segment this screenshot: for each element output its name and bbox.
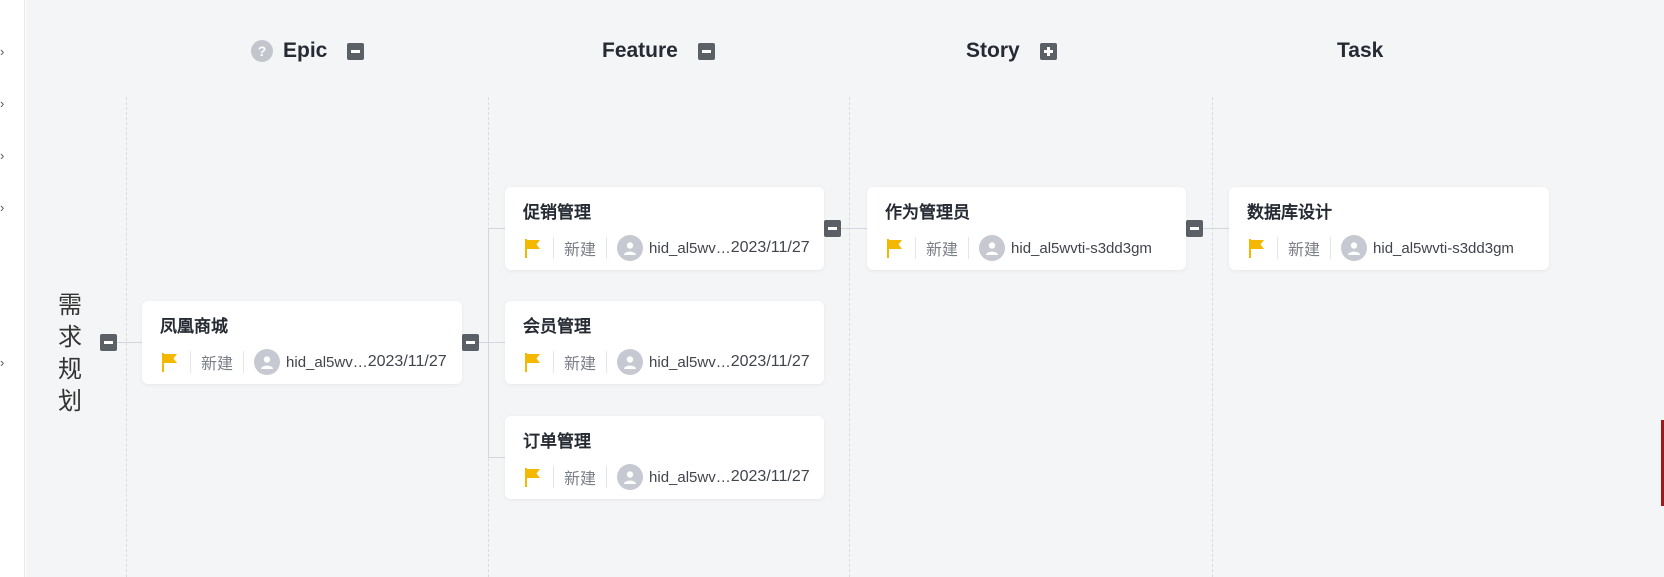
user-avatar-icon[interactable]: [617, 235, 644, 261]
column-title-task: Task: [1337, 39, 1384, 62]
meta-separator: [915, 237, 916, 259]
owner-name: hid_al5wv…: [649, 239, 731, 257]
collapse-feature-node-button[interactable]: [824, 220, 841, 237]
column-divider: [126, 97, 127, 577]
card-title: 数据库设计: [1247, 203, 1332, 222]
user-avatar-icon[interactable]: [617, 464, 644, 490]
card-meta: 新建 hid_al5wvti-s3dd3gm: [1247, 235, 1531, 261]
flag-icon[interactable]: [523, 237, 543, 259]
user-avatar-icon[interactable]: [254, 349, 281, 375]
chevron-right-icon[interactable]: ›: [0, 356, 4, 369]
user-avatar-icon[interactable]: [1341, 235, 1368, 261]
feature-card[interactable]: 会员管理 新建 hid_al5wv… 2023/11/27: [505, 301, 824, 384]
meta-separator: [606, 237, 608, 259]
card-title: 作为管理员: [885, 203, 970, 222]
connector-line: [488, 228, 505, 229]
due-date: 2023/11/27: [730, 239, 810, 256]
column-header-epic: ? Epic: [251, 36, 365, 66]
connector-line: [117, 342, 142, 343]
meta-separator: [190, 351, 191, 373]
column-title-epic: Epic: [283, 39, 328, 62]
flag-icon[interactable]: [523, 351, 543, 373]
status-label[interactable]: 新建: [1288, 236, 1320, 260]
column-divider: [1212, 97, 1213, 577]
card-meta: 新建 hid_al5wv… 2023/11/27: [523, 464, 810, 490]
owner-name: hid_al5wv…: [649, 468, 731, 486]
collapse-story-node-button[interactable]: [1186, 220, 1203, 237]
meta-separator: [1330, 237, 1332, 259]
collapse-feature-column-button[interactable]: [697, 42, 715, 60]
card-meta: 新建 hid_al5wvti-s3dd3gm: [885, 235, 1168, 261]
card-meta: 新建 hid_al5wv… 2023/11/27: [523, 349, 810, 375]
help-icon[interactable]: ?: [251, 40, 273, 62]
card-title: 会员管理: [523, 317, 591, 336]
meta-separator: [553, 351, 554, 373]
collapse-group-button[interactable]: [100, 334, 117, 351]
feature-card[interactable]: 促销管理 新建 hid_al5wv… 2023/11/27: [505, 187, 824, 270]
card-title: 订单管理: [523, 432, 591, 451]
flag-icon[interactable]: [1247, 237, 1267, 259]
expand-story-column-button[interactable]: [1039, 42, 1057, 60]
card-meta: 新建 hid_al5wv… 2023/11/27: [160, 349, 447, 375]
status-label[interactable]: 新建: [564, 236, 596, 260]
column-header-story: Story: [966, 36, 1057, 66]
collapse-epic-node-button[interactable]: [462, 334, 479, 351]
status-label[interactable]: 新建: [926, 236, 958, 260]
connector-line: [488, 228, 489, 457]
chevron-right-icon[interactable]: ›: [0, 201, 4, 214]
flag-icon[interactable]: [523, 466, 543, 488]
user-avatar-icon[interactable]: [617, 349, 644, 375]
status-label[interactable]: 新建: [564, 465, 596, 489]
owner-name: hid_al5wvti-s3dd3gm: [1373, 239, 1514, 257]
flag-icon[interactable]: [160, 351, 180, 373]
card-title: 促销管理: [523, 203, 591, 222]
card-meta: 新建 hid_al5wv… 2023/11/27: [523, 235, 810, 261]
meta-separator: [1277, 237, 1278, 259]
story-card[interactable]: 作为管理员 新建 hid_al5wvti-s3dd3gm: [867, 187, 1186, 270]
chevron-right-icon[interactable]: ›: [0, 45, 4, 58]
status-label[interactable]: 新建: [564, 350, 596, 374]
chevron-right-icon[interactable]: ›: [0, 97, 4, 110]
meta-separator: [968, 237, 970, 259]
column-header-feature: Feature: [602, 36, 715, 66]
due-date: 2023/11/27: [730, 353, 810, 370]
meta-separator: [606, 466, 608, 488]
epic-card[interactable]: 凤凰商城 新建 hid_al5wv… 2023/11/27: [142, 301, 462, 384]
meta-separator: [553, 466, 554, 488]
meta-separator: [553, 237, 554, 259]
chevron-right-icon[interactable]: ›: [0, 149, 4, 162]
group-label: 需求规划: [58, 292, 82, 415]
owner-name: hid_al5wv…: [286, 353, 368, 371]
connector-line: [488, 457, 505, 458]
column-header-task: Task: [1337, 36, 1383, 66]
flag-icon[interactable]: [885, 237, 905, 259]
owner-name: hid_al5wvti-s3dd3gm: [1011, 239, 1152, 257]
user-avatar-icon[interactable]: [979, 235, 1006, 261]
story-map-view: › › › › › ? Epic Feature Story Task 需求规划: [0, 0, 1664, 577]
task-card[interactable]: 数据库设计 新建 hid_al5wvti-s3dd3gm: [1229, 187, 1549, 270]
column-divider: [849, 97, 850, 577]
column-title-feature: Feature: [602, 39, 678, 62]
owner-name: hid_al5wv…: [649, 353, 731, 371]
column-title-story: Story: [966, 39, 1020, 62]
due-date: 2023/11/27: [730, 468, 810, 485]
meta-separator: [243, 351, 245, 373]
left-nav-strip: › › › › ›: [0, 0, 25, 577]
status-label[interactable]: 新建: [201, 350, 233, 374]
collapse-epic-column-button[interactable]: [347, 42, 365, 60]
story-map-board: ? Epic Feature Story Task 需求规划 凤凰商城 新建 h…: [26, 0, 1664, 577]
due-date: 2023/11/27: [367, 353, 447, 370]
card-title: 凤凰商城: [160, 317, 228, 336]
meta-separator: [606, 351, 608, 373]
feature-card[interactable]: 订单管理 新建 hid_al5wv… 2023/11/27: [505, 416, 824, 499]
